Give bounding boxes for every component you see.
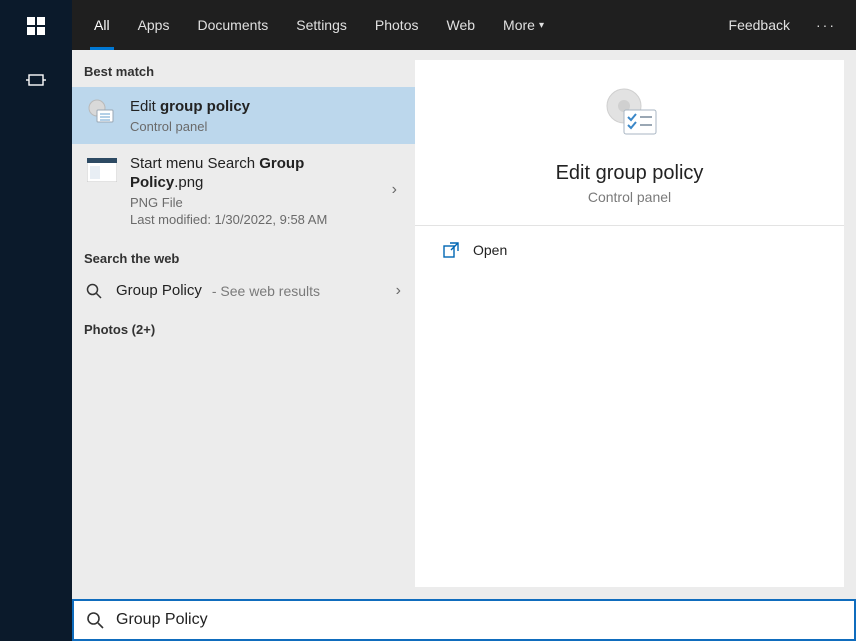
- section-best-match: Best match: [72, 50, 415, 87]
- tab-photos-label: Photos: [375, 17, 419, 33]
- tab-apps[interactable]: Apps: [124, 0, 184, 50]
- tab-more-label: More: [503, 17, 535, 33]
- control-panel-large-icon: [598, 84, 662, 148]
- search-icon: [86, 283, 106, 299]
- tab-web-label: Web: [446, 17, 475, 33]
- tab-documents-label: Documents: [197, 17, 268, 33]
- search-icon: [86, 611, 104, 629]
- windows-rail: [0, 0, 72, 641]
- detail-pane: Edit group policy Control panel Open: [415, 50, 856, 599]
- action-open[interactable]: Open: [415, 226, 844, 274]
- tab-photos[interactable]: Photos: [361, 0, 433, 50]
- feedback-link[interactable]: Feedback: [715, 0, 804, 50]
- result-filetype: PNG File: [130, 195, 376, 210]
- chevron-right-icon[interactable]: ›: [388, 181, 401, 199]
- start-icon[interactable]: [16, 10, 56, 42]
- result-edit-group-policy[interactable]: Edit group policy Control panel: [72, 87, 415, 144]
- tab-web[interactable]: Web: [432, 0, 489, 50]
- search-scope-tabs: All Apps Documents Settings Photos Web M…: [72, 0, 856, 50]
- results-pane: Best match Edit group policy Control pan…: [72, 50, 415, 599]
- detail-title: Edit group policy: [556, 162, 704, 185]
- result-modified: Last modified: 1/30/2022, 9:58 AM: [130, 212, 376, 227]
- image-thumb-icon: [86, 154, 118, 186]
- open-icon: [443, 242, 459, 258]
- web-query: Group Policy: [116, 282, 202, 299]
- more-options-icon[interactable]: ···: [804, 0, 848, 50]
- task-view-icon[interactable]: [16, 64, 56, 96]
- search-input[interactable]: [116, 611, 842, 629]
- tab-settings-label: Settings: [296, 17, 347, 33]
- section-search-web: Search the web: [72, 237, 415, 274]
- tab-all[interactable]: All: [80, 0, 124, 50]
- result-web-search[interactable]: Group Policy - See web results ›: [72, 274, 415, 308]
- tab-all-label: All: [94, 17, 110, 33]
- search-bar[interactable]: [72, 599, 856, 641]
- result-title: Edit group policy: [130, 97, 401, 117]
- tab-more[interactable]: More ▾: [489, 0, 558, 50]
- control-panel-icon: [86, 97, 118, 129]
- tab-settings[interactable]: Settings: [282, 0, 361, 50]
- chevron-down-icon: ▾: [539, 20, 544, 31]
- result-title-pre: Edit: [130, 98, 160, 115]
- result-title-bold: group policy: [160, 98, 250, 115]
- tab-apps-label: Apps: [138, 17, 170, 33]
- chevron-right-icon[interactable]: ›: [396, 282, 401, 300]
- action-open-label: Open: [473, 242, 507, 258]
- result-png-file[interactable]: Start menu Search Group Policy.png PNG F…: [72, 144, 415, 237]
- web-tail: - See web results: [212, 283, 320, 299]
- result-title-post: .png: [174, 174, 203, 191]
- tab-documents[interactable]: Documents: [183, 0, 282, 50]
- result-subtitle: Control panel: [130, 119, 401, 134]
- result-title: Start menu Search Group Policy.png: [130, 154, 376, 193]
- detail-subtitle: Control panel: [588, 189, 671, 205]
- result-title-pre: Start menu Search: [130, 155, 259, 172]
- section-photos[interactable]: Photos (2+): [72, 308, 415, 345]
- feedback-label: Feedback: [729, 17, 790, 33]
- detail-card: Edit group policy Control panel Open: [415, 60, 844, 587]
